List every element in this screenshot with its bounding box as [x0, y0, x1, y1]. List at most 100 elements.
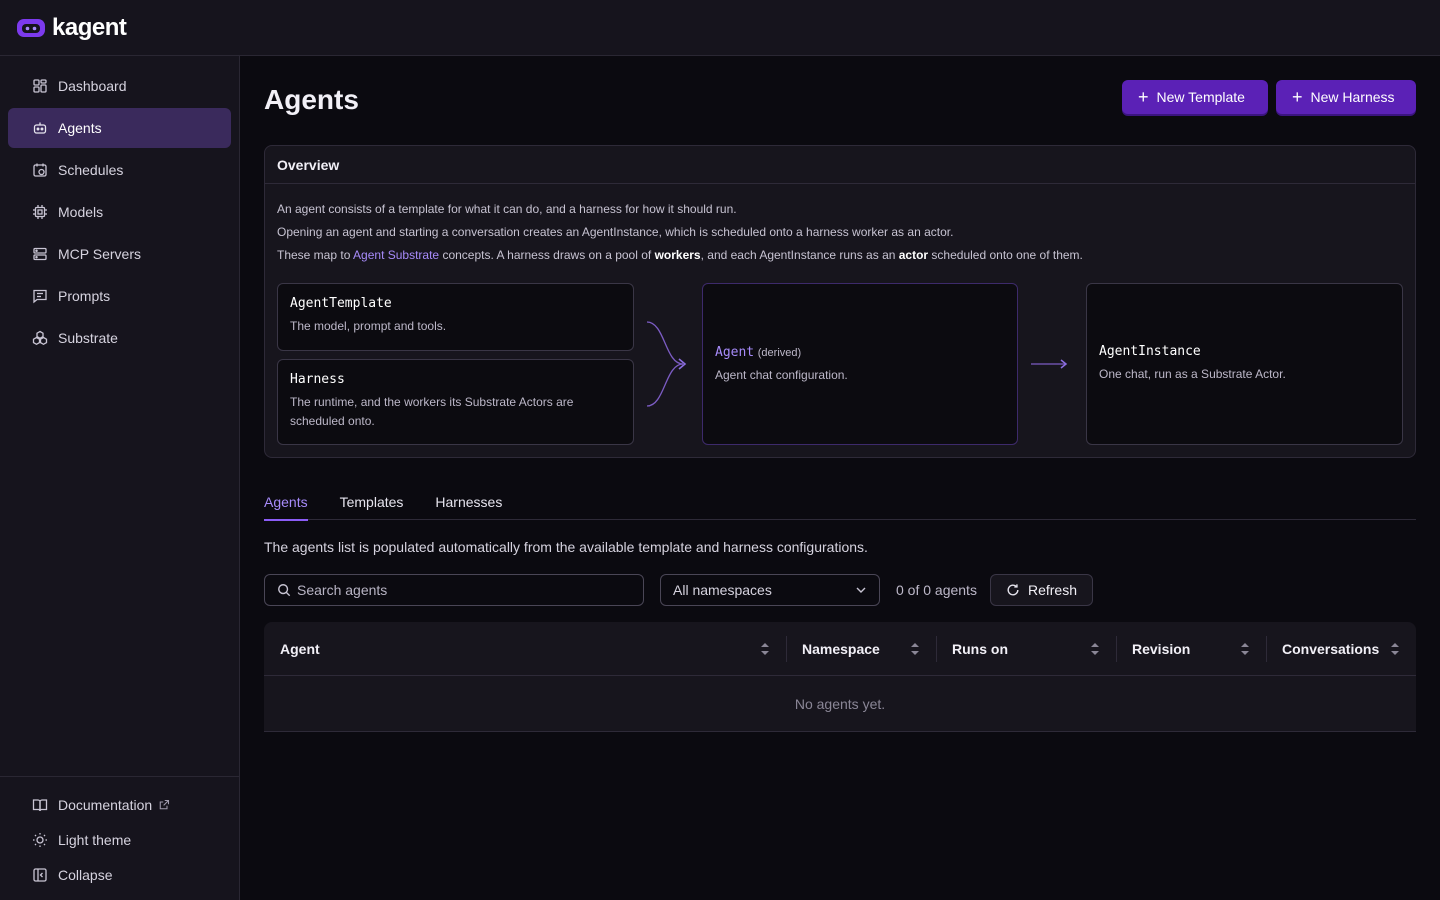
column-label: Conversations	[1282, 641, 1380, 657]
refresh-icon	[1007, 584, 1019, 596]
sidebar: Dashboard Agents Schedules Models MCP Se…	[0, 56, 240, 900]
overview-card: Overview An agent consists of a template…	[264, 145, 1416, 458]
refresh-label: Refresh	[1027, 582, 1078, 598]
new-template-label: New Template	[1156, 89, 1245, 105]
namespace-select[interactable]: All namespaces	[660, 574, 880, 606]
collapse-label: Collapse	[58, 866, 113, 883]
documentation-link[interactable]: Documentation	[8, 787, 231, 822]
sidebar-footer: Documentation Light theme Collapse	[0, 776, 239, 900]
tab-templates[interactable]: Templates	[340, 483, 404, 520]
agent-template-desc: The model, prompt and tools.	[290, 319, 447, 333]
sidebar-item-label: Schedules	[58, 162, 124, 178]
agent-template-title: AgentTemplate	[290, 296, 392, 311]
sort-icon	[911, 643, 919, 655]
search-input[interactable]	[297, 582, 617, 598]
agent-instance-title: AgentInstance	[1099, 344, 1201, 359]
documentation-label: Documentation	[58, 796, 153, 813]
text-fragment: concepts. A harness draws on a pool of	[439, 248, 655, 262]
agent-derived-box: Agent (derived) Agent chat configuration…	[702, 283, 1018, 445]
overview-line: An agent consists of a template for what…	[277, 202, 737, 216]
actor-term: actor	[898, 248, 929, 262]
tab-agents[interactable]: Agents	[264, 483, 308, 521]
column-label: Runs on	[952, 641, 1008, 657]
dashboard-icon	[33, 79, 47, 93]
column-header-conversations[interactable]: Conversations	[1266, 622, 1416, 676]
column-label: Namespace	[802, 641, 880, 657]
panel-left-close-icon	[33, 867, 47, 882]
overview-line: These map to Agent Substrate concepts. A…	[277, 244, 1403, 267]
agent-count: 0 of 0 agents	[896, 582, 977, 598]
server-icon	[33, 247, 47, 261]
column-header-agent[interactable]: Agent	[264, 622, 786, 676]
column-header-revision[interactable]: Revision	[1116, 622, 1266, 676]
text-fragment: , and each AgentInstance runs as an	[700, 248, 899, 262]
sidebar-item-label: Dashboard	[58, 78, 127, 94]
agent-box-heading: Agent (derived)	[715, 344, 1005, 360]
empty-state-message: No agents yet.	[794, 695, 886, 712]
sidebar-item-models[interactable]: Models	[8, 192, 231, 232]
sort-icon	[1091, 643, 1099, 655]
sidebar-item-dashboard[interactable]: Dashboard	[8, 66, 231, 106]
agent-substrate-link[interactable]: Agent Substrate	[353, 248, 439, 262]
theme-toggle[interactable]: Light theme	[8, 822, 231, 857]
sort-icon	[1391, 643, 1399, 655]
calendar-clock-icon	[33, 163, 47, 177]
new-template-button[interactable]: + New Template	[1122, 80, 1268, 114]
sort-icon	[761, 643, 769, 655]
book-open-icon	[32, 798, 48, 811]
app-logo[interactable]: kagent	[16, 13, 127, 42]
workers-term: workers	[654, 248, 701, 262]
page-title: Agents	[264, 84, 359, 115]
collapse-sidebar-button[interactable]: Collapse	[8, 857, 231, 892]
overview-line: Opening an agent and starting a conversa…	[277, 225, 954, 239]
search-field	[264, 574, 644, 606]
sidebar-item-label: Prompts	[58, 288, 111, 304]
sort-icon	[1241, 643, 1249, 655]
agent-instance-desc: One chat, run as a Substrate Actor.	[1099, 367, 1286, 381]
sidebar-item-prompts[interactable]: Prompts	[8, 276, 231, 316]
tab-bar: Agents Templates Harnesses	[264, 483, 1416, 521]
overview-description: An agent consists of a template for what…	[265, 184, 1415, 267]
theme-label: Light theme	[58, 831, 132, 848]
cpu-icon	[33, 205, 47, 219]
message-square-icon	[33, 289, 47, 304]
harness-desc: The runtime, and the workers its Substra…	[290, 395, 574, 428]
sidebar-item-label: Agents	[58, 120, 102, 136]
derived-tag: (derived)	[757, 346, 802, 359]
plus-icon: +	[1138, 87, 1149, 107]
column-header-runs-on[interactable]: Runs on	[936, 622, 1116, 676]
column-label: Revision	[1132, 641, 1191, 657]
column-label: Agent	[280, 641, 320, 657]
sidebar-item-label: Models	[58, 204, 104, 220]
table-header: Agent Namespace Runs on Revision Convers…	[264, 622, 1416, 676]
agents-table: Agent Namespace Runs on Revision Convers…	[264, 622, 1416, 732]
plus-icon: +	[1292, 87, 1303, 107]
overview-title: Overview	[265, 146, 1415, 184]
tab-harnesses[interactable]: Harnesses	[435, 483, 502, 520]
sidebar-item-label: Substrate	[58, 330, 118, 346]
harness-box: Harness The runtime, and the workers its…	[277, 359, 634, 445]
column-header-namespace[interactable]: Namespace	[786, 622, 936, 676]
agent-instance-box: AgentInstance One chat, run as a Substra…	[1086, 283, 1403, 445]
text-fragment: These map to	[277, 248, 354, 262]
agent-box-desc: Agent chat configuration.	[715, 367, 848, 382]
sidebar-item-substrate[interactable]: Substrate	[8, 318, 231, 358]
agent-template-box: AgentTemplate The model, prompt and tool…	[277, 283, 634, 351]
sidebar-item-agents[interactable]: Agents	[8, 108, 231, 148]
new-harness-button[interactable]: + New Harness	[1276, 80, 1416, 114]
sidebar-item-schedules[interactable]: Schedules	[8, 150, 231, 190]
app-name: kagent	[52, 13, 127, 41]
arrow-right-icon	[1031, 359, 1068, 369]
sidebar-item-mcp-servers[interactable]: MCP Servers	[8, 234, 231, 274]
external-link-icon	[159, 799, 170, 809]
agents-list-description: The agents list is populated automatical…	[264, 539, 868, 555]
search-icon	[278, 584, 291, 597]
kagent-logo-icon	[17, 18, 45, 37]
harness-title: Harness	[290, 372, 345, 387]
new-harness-label: New Harness	[1310, 89, 1395, 105]
refresh-button[interactable]: Refresh	[990, 574, 1093, 606]
namespace-selected-value: All namespaces	[673, 582, 772, 598]
chevron-down-icon	[856, 587, 866, 593]
sidebar-item-label: MCP Servers	[58, 246, 141, 262]
sidebar-nav: Dashboard Agents Schedules Models MCP Se…	[0, 56, 239, 370]
